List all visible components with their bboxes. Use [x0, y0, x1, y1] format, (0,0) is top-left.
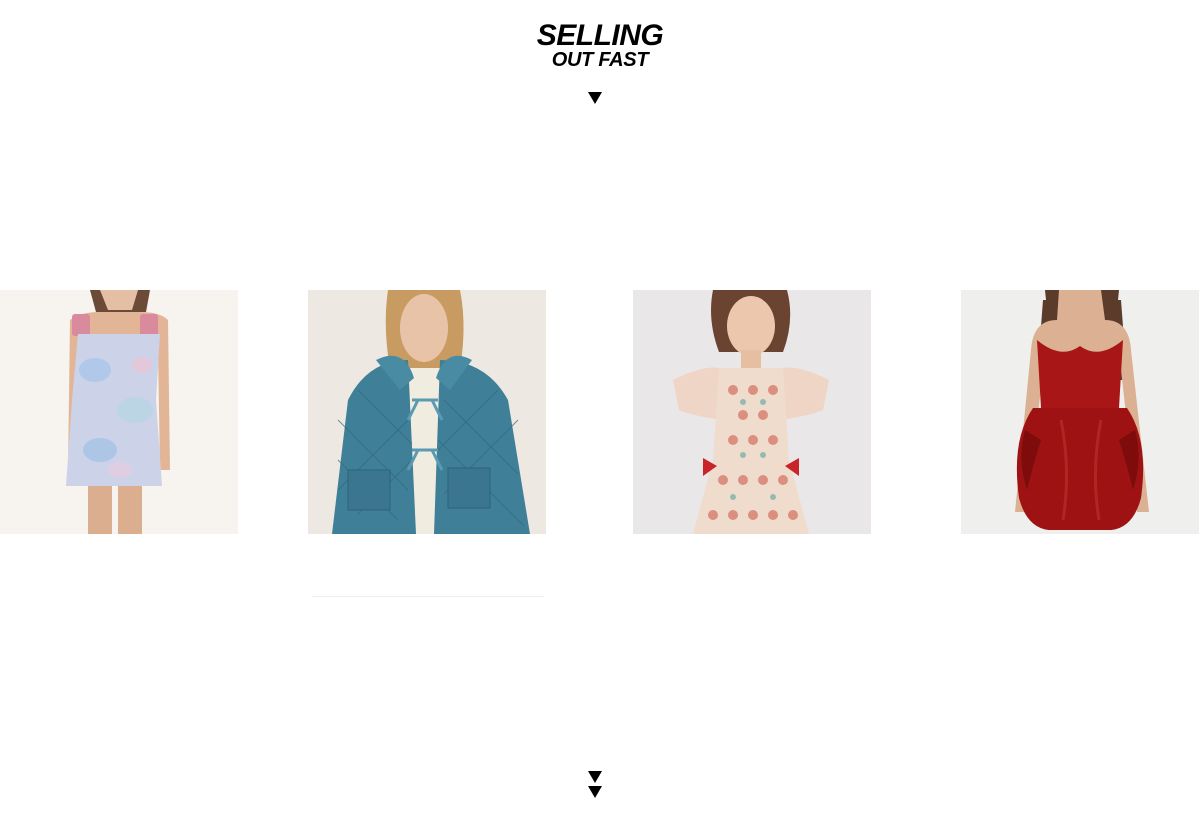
floral-dress-photo: [633, 290, 871, 534]
product-image-3[interactable]: [633, 290, 871, 534]
red-dress-photo: [961, 290, 1199, 534]
heading-line-1: SELLING: [536, 19, 664, 52]
double-arrow-down-icon-top[interactable]: [588, 771, 602, 783]
divider-line: [312, 596, 544, 597]
quilted-jacket-photo: [308, 290, 546, 534]
heading-line-2: OUT FAST: [551, 49, 649, 71]
section-heading: SELLING OUT FAST: [0, 19, 1200, 71]
product-image-4[interactable]: [961, 290, 1199, 534]
arrow-down-icon: [588, 92, 602, 104]
product-image-2[interactable]: [308, 290, 546, 534]
product-image-1[interactable]: [0, 290, 238, 534]
double-arrow-down-icon-bottom[interactable]: [588, 786, 602, 798]
pastel-dress-photo: [0, 290, 238, 534]
